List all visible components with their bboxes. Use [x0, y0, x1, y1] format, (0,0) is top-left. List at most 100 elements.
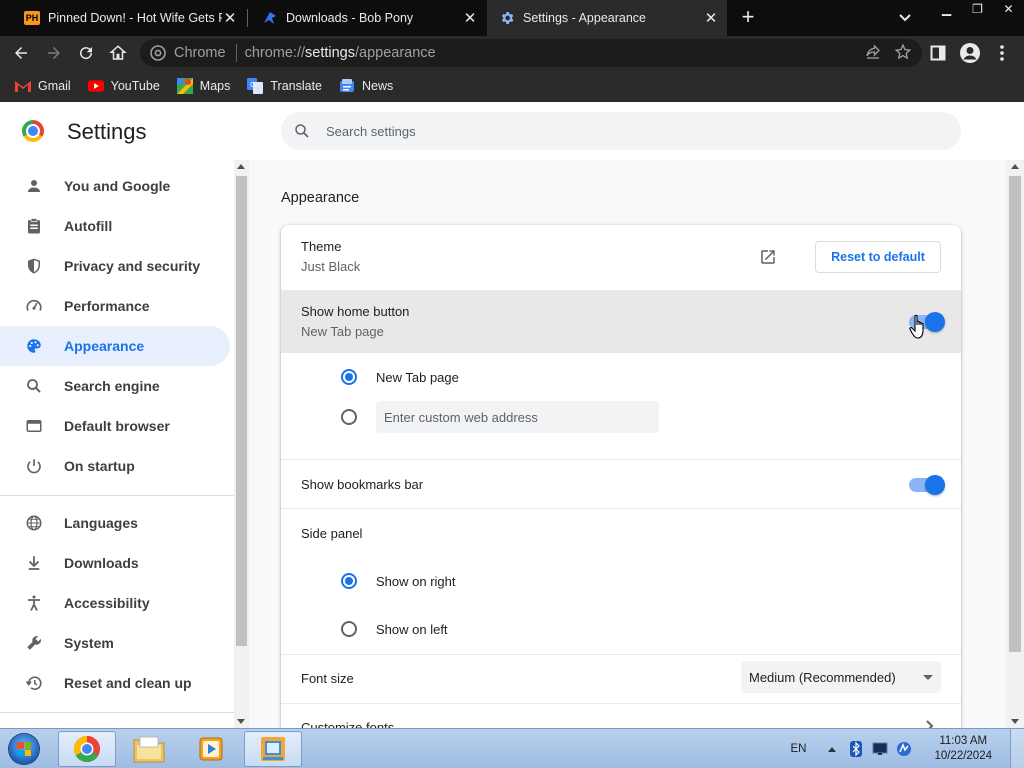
- sidebar-item-on-startup[interactable]: On startup: [0, 446, 230, 486]
- side-panel-button[interactable]: [926, 41, 950, 65]
- custom-web-address-input[interactable]: [376, 401, 659, 433]
- search-settings-bar[interactable]: [281, 112, 961, 150]
- tab-title: Settings - Appearance: [523, 11, 646, 25]
- taskbar-media-player[interactable]: [182, 731, 240, 767]
- url-path: /appearance: [355, 45, 436, 61]
- language-indicator[interactable]: EN: [790, 743, 806, 755]
- forward-button[interactable]: [42, 41, 66, 65]
- tab-pinned-down[interactable]: PH Pinned Down! - Hot Wife Gets Po ✕: [12, 0, 246, 36]
- youtube-icon: [87, 79, 104, 93]
- sidebar-scrollbar[interactable]: [234, 160, 249, 728]
- sidebar-item-reset[interactable]: Reset and clean up: [0, 663, 230, 703]
- taskbar-app[interactable]: [244, 731, 302, 767]
- bob-pony-favicon: [264, 12, 276, 24]
- scroll-down-arrow[interactable]: [237, 719, 245, 724]
- bookmark-youtube[interactable]: YouTube: [87, 79, 160, 93]
- sidebar-item-performance[interactable]: Performance: [0, 286, 230, 326]
- bookmark-label: Gmail: [38, 79, 71, 93]
- tab-settings-appearance[interactable]: Settings - Appearance ✕: [487, 0, 727, 36]
- show-desktop-button[interactable]: [1010, 729, 1024, 768]
- sidebar-item-search-engine[interactable]: Search engine: [0, 366, 230, 406]
- bookmark-maps[interactable]: Maps: [176, 78, 230, 94]
- site-info[interactable]: Chrome: [140, 45, 226, 61]
- url-text[interactable]: chrome://settings/appearance: [245, 45, 436, 61]
- bookmark-label: YouTube: [110, 79, 160, 93]
- bookmark-translate[interactable]: G Translate: [247, 78, 322, 94]
- radio-custom-address[interactable]: [341, 409, 357, 425]
- profile-button[interactable]: [958, 41, 982, 65]
- arrow-right-icon: [48, 47, 60, 59]
- scroll-down-arrow[interactable]: [1011, 719, 1019, 724]
- clock[interactable]: 11:03 AM 10/22/2024: [934, 734, 992, 764]
- search-settings-input[interactable]: [326, 123, 826, 139]
- address-bar[interactable]: Chrome chrome://settings/appearance: [140, 39, 922, 67]
- reload-button[interactable]: [74, 41, 98, 65]
- close-icon[interactable]: ✕: [703, 10, 719, 27]
- main-scrollbar[interactable]: [1006, 160, 1024, 728]
- scroll-thumb[interactable]: [236, 176, 247, 646]
- radio-show-on-right[interactable]: [341, 573, 357, 589]
- toggle-knob: [925, 475, 945, 495]
- star-icon[interactable]: [894, 43, 912, 61]
- scroll-thumb[interactable]: [1009, 176, 1021, 652]
- theme-row[interactable]: Theme Just Black Reset to default: [281, 225, 961, 290]
- home-button[interactable]: [106, 41, 130, 65]
- person-icon: [24, 176, 44, 196]
- font-size-select[interactable]: Medium (Recommended): [741, 661, 941, 693]
- sidebar-item-system[interactable]: System: [0, 623, 230, 663]
- show-hidden-icons-button[interactable]: [824, 741, 840, 757]
- sidebar-item-default-browser[interactable]: Default browser: [0, 406, 230, 446]
- scroll-up-arrow[interactable]: [1011, 164, 1019, 169]
- sidebar-item-autofill[interactable]: Autofill: [0, 206, 230, 246]
- radio-label-new-tab-page: New Tab page: [376, 370, 459, 385]
- sidebar-item-accessibility[interactable]: Accessibility: [0, 583, 230, 623]
- sidebar-item-downloads[interactable]: Downloads: [0, 543, 230, 583]
- network-tray-icon[interactable]: [896, 741, 912, 757]
- close-icon[interactable]: ✕: [222, 10, 238, 27]
- bluetooth-tray-icon[interactable]: [848, 741, 864, 757]
- settings-main: Appearance Theme Just Black Reset to def…: [249, 160, 1006, 728]
- row-divider: [281, 508, 961, 509]
- radio-show-on-left[interactable]: [341, 621, 357, 637]
- back-button[interactable]: [9, 41, 33, 65]
- bookmark-news[interactable]: News: [339, 79, 393, 93]
- bookmarks-bar-toggle[interactable]: [909, 475, 945, 495]
- gmail-icon: [15, 79, 31, 93]
- font-size-label: Font size: [301, 671, 354, 686]
- sidebar-item-languages[interactable]: Languages: [0, 503, 230, 543]
- external-link-icon[interactable]: [759, 248, 777, 266]
- sidebar-item-privacy[interactable]: Privacy and security: [0, 246, 230, 286]
- minimize-button[interactable]: ▁: [931, 0, 962, 18]
- monitor-tray-icon[interactable]: [872, 741, 888, 757]
- sidebar-item-label: Autofill: [64, 218, 113, 234]
- chevron-right-icon[interactable]: [926, 720, 934, 728]
- new-tab-button[interactable]: +: [737, 4, 759, 29]
- reset-to-default-button[interactable]: Reset to default: [815, 241, 941, 273]
- sidebar-item-appearance[interactable]: Appearance: [0, 326, 230, 366]
- app-window-icon: [261, 737, 285, 761]
- bookmark-gmail[interactable]: Gmail: [15, 79, 71, 93]
- sidebar-item-label: Default browser: [64, 418, 170, 434]
- window-close-button[interactable]: ✕: [993, 0, 1024, 18]
- show-bookmarks-bar-row[interactable]: Show bookmarks bar: [281, 460, 961, 508]
- browser-toolbar: Chrome chrome://settings/appearance: [0, 36, 1024, 70]
- tab-downloads-bob-pony[interactable]: Downloads - Bob Pony ✕: [250, 0, 486, 36]
- show-home-button-row[interactable]: Show home button New Tab page: [281, 290, 961, 353]
- tab-search-button[interactable]: [895, 8, 915, 28]
- globe-icon: [24, 513, 44, 533]
- menu-button[interactable]: [990, 41, 1014, 65]
- restore-button[interactable]: ❐: [962, 0, 993, 18]
- scroll-up-arrow[interactable]: [237, 164, 245, 169]
- customize-fonts-label[interactable]: Customize fonts: [301, 720, 394, 728]
- close-icon[interactable]: ✕: [462, 10, 478, 27]
- search-icon: [24, 376, 44, 396]
- sidebar-item-label: Appearance: [64, 338, 145, 354]
- sidebar-item-label: Downloads: [64, 555, 139, 571]
- speedometer-icon: [24, 296, 44, 316]
- start-button[interactable]: [4, 731, 44, 767]
- taskbar-chrome[interactable]: [58, 731, 116, 767]
- share-icon[interactable]: [864, 43, 882, 61]
- radio-new-tab-page[interactable]: [341, 369, 357, 385]
- taskbar-file-explorer[interactable]: [120, 731, 178, 767]
- sidebar-item-you-and-google[interactable]: You and Google: [0, 166, 230, 206]
